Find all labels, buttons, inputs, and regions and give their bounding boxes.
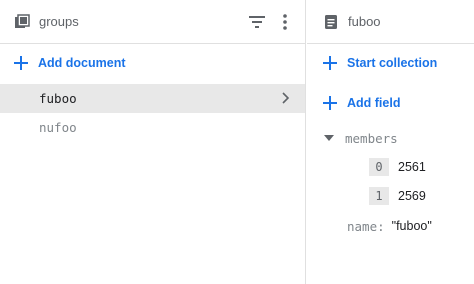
array-index: 0 [369,158,389,176]
array-index: 1 [369,187,389,205]
document-list: fuboo nufoo [0,84,305,142]
document-header: fuboo [307,0,474,44]
document-id: fuboo [39,91,77,106]
array-value: 2561 [398,160,426,174]
more-vert-icon[interactable] [275,12,295,32]
filter-icon[interactable] [247,12,267,32]
start-collection-label: Start collection [347,56,438,70]
add-field-label: Add field [347,96,401,110]
collection-panel: groups Add document fuboo nufoo [0,0,306,284]
field-members[interactable]: members [324,128,398,148]
document-icon [323,14,339,30]
plus-icon [12,54,30,72]
start-collection-button[interactable]: Start collection [307,44,474,82]
collection-title: groups [39,14,79,29]
array-item: 1 2569 [369,186,426,206]
document-row-nufoo[interactable]: nufoo [0,113,305,142]
plus-icon [321,54,339,72]
array-item: 0 2561 [369,157,426,177]
field-name[interactable]: name: "fuboo" [347,216,432,236]
collection-icon [14,13,30,30]
field-value-name: "fuboo" [391,219,432,233]
collection-header: groups [0,0,305,44]
add-document-label: Add document [38,56,126,70]
chevron-right-icon [277,90,293,106]
field-key-members: members [345,130,398,146]
collection-header-actions [247,0,295,44]
document-id: nufoo [39,120,77,135]
add-document-button[interactable]: Add document [0,44,305,82]
field-key-name: name: [347,218,385,234]
document-panel: fuboo Start collection Add field members [307,0,474,284]
add-field-button[interactable]: Add field [307,82,474,124]
document-row-fuboo[interactable]: fuboo [0,84,305,113]
caret-down-icon[interactable] [324,133,334,143]
array-value: 2569 [398,189,426,203]
plus-icon [321,94,339,112]
document-title: fuboo [348,14,381,29]
